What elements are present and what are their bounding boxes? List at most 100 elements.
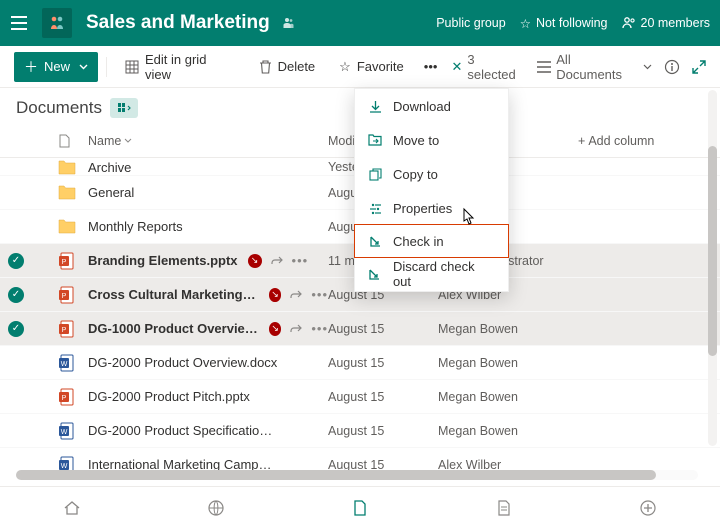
- share-icon[interactable]: [289, 322, 303, 336]
- svg-text:P: P: [62, 259, 67, 266]
- view-options-button[interactable]: [110, 98, 138, 118]
- menu-moveto[interactable]: Move to: [355, 123, 508, 157]
- row-more-button[interactable]: •••: [292, 253, 309, 268]
- name-column-label: Name: [88, 134, 121, 148]
- home-icon[interactable]: [61, 497, 83, 519]
- members-button[interactable]: 20 members: [622, 16, 710, 30]
- table-row[interactable]: W DG-2000 Product Overview.docx August 15M…: [0, 346, 720, 380]
- share-icon[interactable]: [289, 288, 303, 302]
- selection-check-icon[interactable]: ✓: [8, 321, 24, 337]
- file-name[interactable]: DG-2000 Product Specification.docx: [88, 423, 278, 438]
- selection-count[interactable]: ✕ 3 selected: [451, 52, 525, 82]
- file-name[interactable]: DG-2000 Product Overview.docx: [88, 355, 277, 370]
- scrollbar-thumb[interactable]: [708, 146, 717, 356]
- star-icon: ☆: [339, 59, 351, 75]
- favorite-button[interactable]: ☆ Favorite: [329, 52, 414, 82]
- table-row[interactable]: ✓PDG-1000 Product Overview.p…↘•••August …: [0, 312, 720, 346]
- selection-check-icon[interactable]: ✓: [8, 253, 24, 269]
- selection-check-icon[interactable]: ✓: [8, 287, 24, 303]
- row-more-button[interactable]: •••: [311, 287, 328, 302]
- folder-icon: [58, 158, 76, 176]
- row-more-button[interactable]: •••: [311, 321, 328, 336]
- members-icon: [622, 16, 636, 30]
- site-title[interactable]: Sales and Marketing: [86, 12, 270, 34]
- file-name[interactable]: DG-2000 Product Pitch.pptx: [88, 389, 250, 404]
- selection-check-icon[interactable]: [8, 423, 24, 439]
- selection-check-icon[interactable]: [8, 219, 24, 235]
- follow-label: Not following: [536, 16, 608, 30]
- menu-discard[interactable]: Discard check out: [355, 257, 508, 291]
- docx-icon: W: [58, 422, 76, 440]
- list-icon: [537, 61, 551, 73]
- plus-icon: ＋: [24, 60, 38, 74]
- modified-date: August 15: [328, 424, 438, 438]
- copyto-icon: [367, 168, 383, 181]
- svg-text:W: W: [61, 463, 68, 470]
- modified-by: Megan Bowen: [438, 356, 578, 370]
- checked-out-icon: ↘: [248, 254, 262, 268]
- page-icon[interactable]: [493, 497, 515, 519]
- group-privacy[interactable]: Public group: [436, 16, 506, 30]
- selection-check-icon[interactable]: [8, 389, 24, 405]
- file-type-column[interactable]: [58, 134, 88, 148]
- add-column-label: Add column: [588, 134, 654, 148]
- expand-button[interactable]: [692, 60, 706, 74]
- horizontal-scrollbar[interactable]: [16, 470, 698, 480]
- menu-checkin[interactable]: Check in: [354, 224, 509, 258]
- modified-by: Megan Bowen: [438, 424, 578, 438]
- selection-check-icon[interactable]: [8, 159, 24, 175]
- file-name[interactable]: Cross Cultural Marketing Ca…: [88, 287, 259, 302]
- menu-download[interactable]: Download: [355, 89, 508, 123]
- grid-icon: [125, 60, 139, 74]
- files-icon[interactable]: [349, 497, 371, 519]
- follow-button[interactable]: ☆ Not following: [520, 16, 608, 31]
- vertical-scrollbar[interactable]: [708, 90, 717, 446]
- table-row[interactable]: W DG-2000 Product Specification.docx Augus…: [0, 414, 720, 448]
- view-switcher[interactable]: All Documents: [537, 52, 652, 82]
- table-row[interactable]: PDG-2000 Product Pitch.pptxAugust 15Mega…: [0, 380, 720, 414]
- menu-checkin-label: Check in: [393, 234, 444, 249]
- selection-check-icon[interactable]: [8, 355, 24, 371]
- file-name[interactable]: General: [88, 185, 134, 200]
- svg-text:W: W: [61, 361, 68, 368]
- favorite-label: Favorite: [357, 59, 404, 74]
- add-column-button[interactable]: + Add column: [578, 134, 678, 148]
- file-name[interactable]: Branding Elements.pptx: [88, 253, 238, 268]
- teams-icon[interactable]: [280, 15, 296, 31]
- selection-check-icon[interactable]: [8, 185, 24, 201]
- menu-properties[interactable]: Properties: [355, 191, 508, 225]
- add-icon[interactable]: [637, 497, 659, 519]
- file-name[interactable]: Monthly Reports: [88, 219, 183, 234]
- menu-discard-label: Discard check out: [393, 259, 496, 289]
- modified-date: August 15: [328, 356, 438, 370]
- name-column[interactable]: Name: [88, 134, 328, 148]
- edit-grid-label: Edit in grid view: [145, 52, 235, 82]
- menu-download-label: Download: [393, 99, 451, 114]
- globe-icon[interactable]: [205, 497, 227, 519]
- app-launcher-icon[interactable]: [4, 8, 34, 38]
- ellipsis-icon: •••: [424, 59, 438, 74]
- file-name[interactable]: Archive: [88, 160, 131, 175]
- scrollbar-thumb[interactable]: [16, 470, 656, 480]
- view-label: All Documents: [556, 52, 638, 82]
- menu-copyto[interactable]: Copy to: [355, 157, 508, 191]
- file-name[interactable]: DG-1000 Product Overview.p…: [88, 321, 259, 336]
- checked-out-icon: ↘: [269, 288, 282, 302]
- close-icon: ✕: [451, 59, 462, 75]
- edit-grid-button[interactable]: Edit in grid view: [115, 52, 245, 82]
- delete-button[interactable]: Delete: [249, 52, 326, 82]
- menu-copyto-label: Copy to: [393, 167, 438, 182]
- checked-out-icon: ↘: [269, 322, 282, 336]
- new-button[interactable]: ＋ New: [14, 52, 98, 82]
- checkin-icon: [367, 235, 383, 248]
- info-button[interactable]: [664, 59, 680, 75]
- svg-text:P: P: [62, 293, 67, 300]
- menu-moveto-label: Move to: [393, 133, 439, 148]
- site-logo[interactable]: [42, 8, 72, 38]
- share-icon[interactable]: [270, 254, 284, 268]
- separator: [106, 57, 107, 77]
- info-icon: [664, 59, 680, 75]
- more-commands-button[interactable]: •••: [418, 52, 444, 82]
- docx-icon: W: [58, 354, 76, 372]
- star-icon: ☆: [520, 16, 531, 31]
